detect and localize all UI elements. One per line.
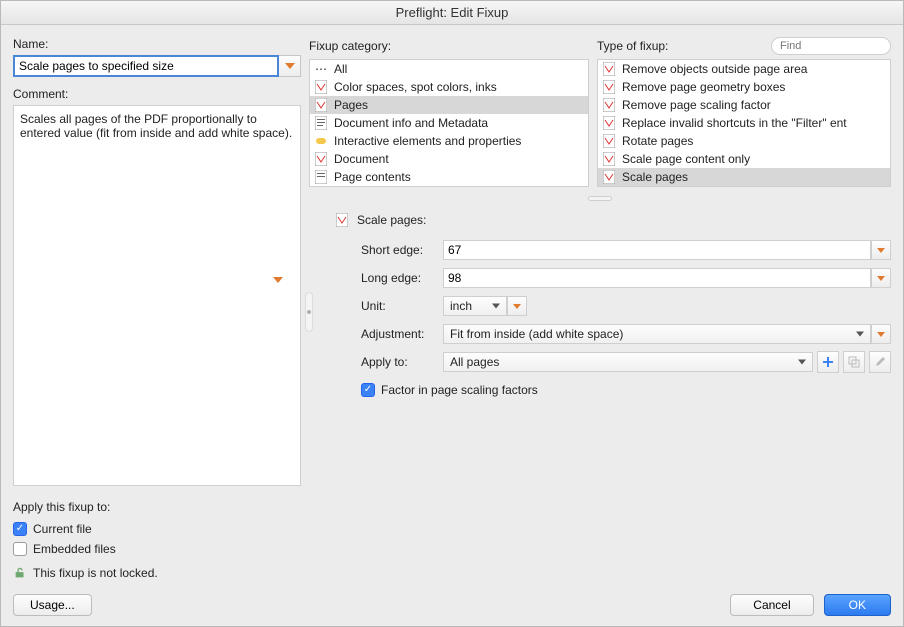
- apply-fixup-label: Apply this fixup to:: [13, 500, 301, 514]
- long-edge-input[interactable]: [443, 268, 871, 288]
- duplicate-button[interactable]: [843, 351, 865, 373]
- embedded-files-checkbox[interactable]: [13, 542, 27, 556]
- pdf-icon: [314, 152, 328, 166]
- embedded-files-label: Embedded files: [33, 542, 116, 556]
- horizontal-splitter[interactable]: [309, 193, 891, 203]
- all-icon: ⋯: [314, 62, 328, 76]
- pdf-icon: [602, 62, 616, 76]
- list-item[interactable]: Remove page scaling factor: [598, 96, 890, 114]
- pdf-icon: [602, 170, 616, 184]
- list-item[interactable]: Interactive elements and properties: [310, 132, 588, 150]
- factor-checkbox-label: Factor in page scaling factors: [381, 383, 538, 397]
- scale-pages-title: Scale pages:: [357, 213, 426, 227]
- fixup-type-panel: Type of fixup: Remove objects outside pa…: [597, 37, 891, 187]
- fixup-category-list[interactable]: ⋯All Color spaces, spot colors, inks Pag…: [309, 59, 589, 187]
- fixup-category-label: Fixup category:: [309, 39, 391, 53]
- list-item[interactable]: Page contents: [310, 168, 588, 186]
- list-item[interactable]: Rotate pages: [598, 132, 890, 150]
- text-icon: [314, 170, 328, 184]
- name-dropdown-arrow[interactable]: [279, 55, 301, 77]
- short-edge-input[interactable]: [443, 240, 871, 260]
- left-panel: Name: Comment: Scales all pages of the P…: [13, 37, 301, 586]
- pdf-icon: [602, 80, 616, 94]
- pdf-icon: [602, 98, 616, 112]
- pdf-icon: [602, 134, 616, 148]
- ok-button[interactable]: OK: [824, 594, 891, 616]
- comment-label: Comment:: [13, 87, 301, 101]
- current-file-checkbox[interactable]: [13, 522, 27, 536]
- add-button[interactable]: [817, 351, 839, 373]
- cancel-button[interactable]: Cancel: [730, 594, 813, 616]
- name-input[interactable]: [13, 55, 279, 77]
- apply-to-label: Apply to:: [361, 355, 443, 369]
- pdf-icon: [335, 213, 349, 227]
- list-item[interactable]: Remove page geometry boxes: [598, 78, 890, 96]
- name-label: Name:: [13, 37, 301, 51]
- current-file-label: Current file: [33, 522, 92, 536]
- vertical-splitter[interactable]: [304, 37, 314, 586]
- lock-status-label: This fixup is not locked.: [33, 566, 158, 580]
- list-item[interactable]: Pages: [310, 96, 588, 114]
- unit-arrow[interactable]: [507, 296, 527, 316]
- pdf-icon: [602, 152, 616, 166]
- list-item[interactable]: Scale pages: [598, 168, 890, 186]
- fixup-type-label: Type of fixup:: [597, 39, 668, 53]
- edit-button[interactable]: [869, 351, 891, 373]
- factor-checkbox[interactable]: [361, 383, 375, 397]
- list-item[interactable]: Document: [310, 150, 588, 168]
- fixup-type-list[interactable]: Remove objects outside page area Remove …: [597, 59, 891, 187]
- adjustment-select[interactable]: Fit from inside (add white space): [443, 324, 871, 344]
- short-edge-arrow[interactable]: [871, 240, 891, 260]
- find-input[interactable]: [771, 37, 891, 55]
- list-item[interactable]: Remove objects outside page area: [598, 60, 890, 78]
- adjustment-label: Adjustment:: [361, 327, 443, 341]
- pdf-icon: [602, 116, 616, 130]
- list-item[interactable]: Document info and Metadata: [310, 114, 588, 132]
- list-item[interactable]: Replace invalid shortcuts in the "Filter…: [598, 114, 890, 132]
- adjustment-arrow[interactable]: [871, 324, 891, 344]
- comment-textarea[interactable]: Scales all pages of the PDF proportional…: [13, 105, 301, 486]
- right-panel: Fixup category: ⋯All Color spaces, spot …: [309, 37, 891, 586]
- unit-select[interactable]: inch: [443, 296, 507, 316]
- list-item[interactable]: Scale page content only: [598, 150, 890, 168]
- scale-pages-form: Scale pages: Short edge: Long edge: Unit…: [309, 211, 891, 407]
- long-edge-label: Long edge:: [361, 271, 443, 285]
- interactive-icon: [314, 134, 328, 148]
- list-item[interactable]: ⋯All: [310, 60, 588, 78]
- pdf-icon: [314, 98, 328, 112]
- fixup-category-panel: Fixup category: ⋯All Color spaces, spot …: [309, 37, 589, 187]
- text-icon: [314, 116, 328, 130]
- usage-button[interactable]: Usage...: [13, 594, 92, 616]
- list-item[interactable]: Color spaces, spot colors, inks: [310, 78, 588, 96]
- preflight-edit-fixup-window: Preflight: Edit Fixup Name: Comment: Sca…: [0, 0, 904, 627]
- comment-dropdown-arrow-icon[interactable]: [273, 277, 283, 283]
- pdf-icon: [314, 80, 328, 94]
- short-edge-label: Short edge:: [361, 243, 443, 257]
- window-title: Preflight: Edit Fixup: [1, 1, 903, 25]
- unit-label: Unit:: [361, 299, 443, 313]
- long-edge-arrow[interactable]: [871, 268, 891, 288]
- unlock-icon: [13, 566, 27, 580]
- apply-to-select[interactable]: All pages: [443, 352, 813, 372]
